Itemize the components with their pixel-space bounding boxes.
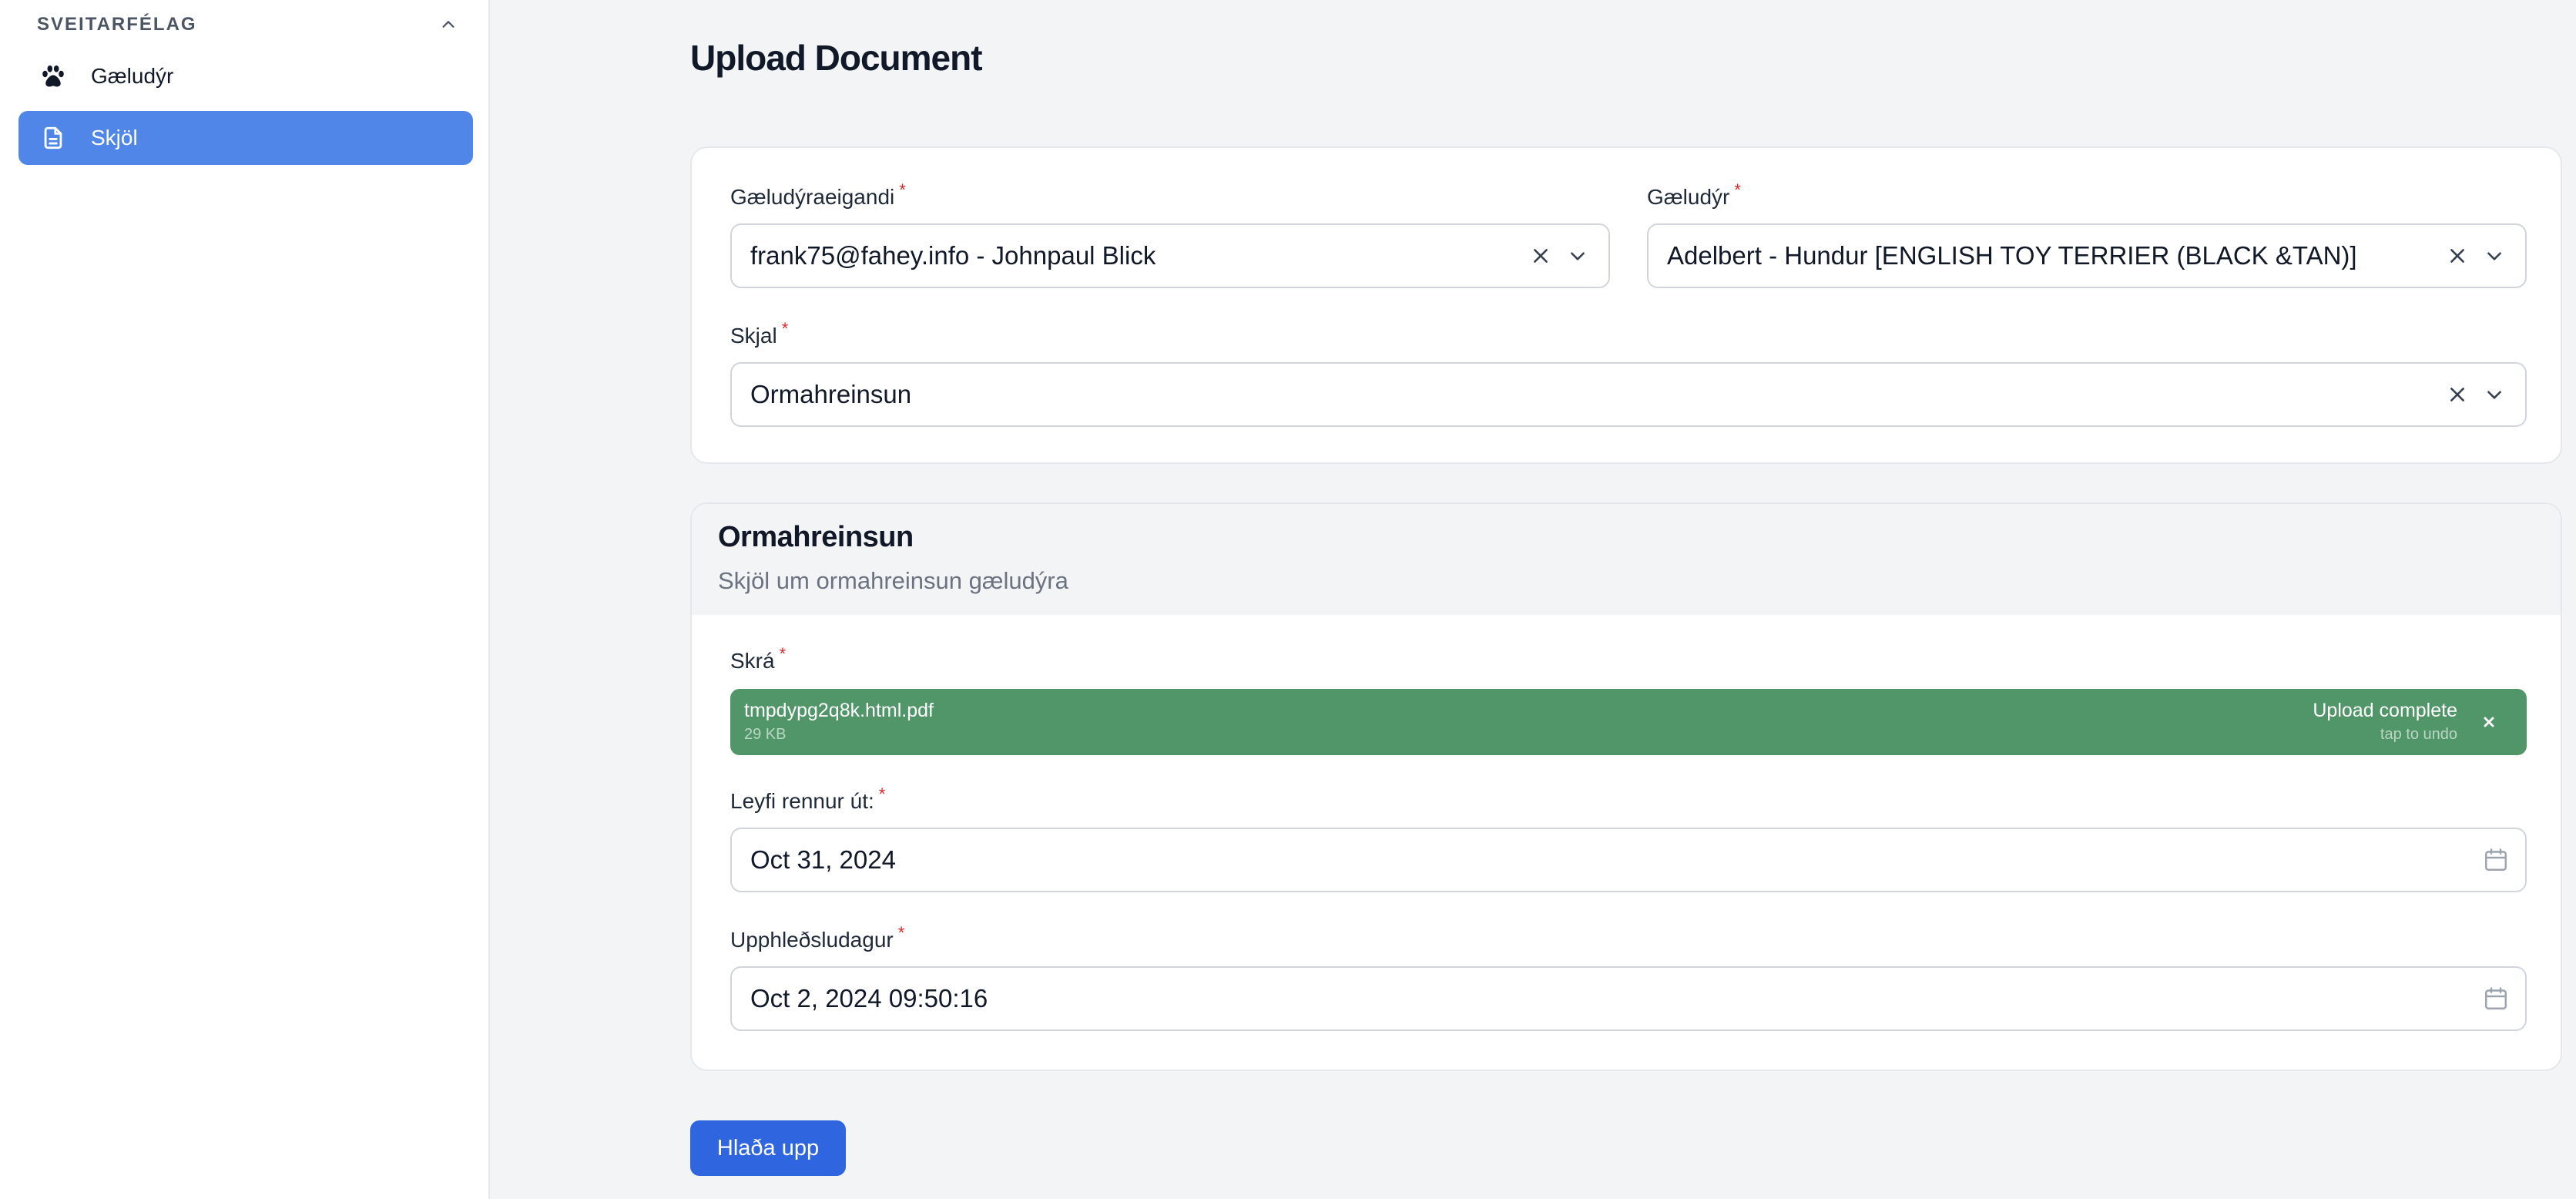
pet-select-value: Adelbert - Hundur [ENGLISH TOY TERRIER (… — [1667, 241, 2357, 270]
file-label-text: Skrá — [730, 649, 775, 673]
upload-date-input[interactable]: Oct 2, 2024 09:50:16 — [730, 966, 2527, 1031]
clear-icon[interactable] — [2442, 379, 2473, 410]
expires-label: Leyfi rennur út: * — [730, 784, 886, 814]
chevron-down-icon[interactable] — [2479, 379, 2510, 410]
document-type-label: Skjal * — [730, 319, 789, 348]
required-marker: * — [779, 644, 787, 663]
remove-file-icon[interactable] — [2473, 706, 2505, 738]
pet-select[interactable]: Adelbert - Hundur [ENGLISH TOY TERRIER (… — [1647, 223, 2527, 288]
section-header: Ormahreinsun Skjöl um ormahreinsun gælud… — [692, 504, 2561, 615]
upload-status: Upload complete — [2313, 700, 2457, 721]
document-type-select[interactable]: Ormahreinsun — [730, 362, 2527, 427]
sidebar-item-skjol[interactable]: Skjöl — [18, 111, 473, 165]
upload-submit-button[interactable]: Hlaða upp — [690, 1120, 846, 1176]
pet-label-text: Gæludýr — [1647, 185, 1730, 209]
file-label: Skrá * — [730, 644, 787, 673]
required-marker: * — [878, 784, 886, 804]
document-details-card: Ormahreinsun Skjöl um ormahreinsun gælud… — [690, 502, 2562, 1071]
owner-select-value: frank75@fahey.info - Johnpaul Blick — [750, 241, 1156, 270]
page-title: Upload Document — [690, 38, 983, 78]
upload-date-value: Oct 2, 2024 09:50:16 — [750, 984, 988, 1013]
document-select-card: Gæludýraeigandi * frank75@fahey.info - Jo… — [690, 146, 2562, 464]
upload-date-label-text: Upphleðsludagur — [730, 928, 894, 952]
calendar-icon[interactable] — [2479, 982, 2513, 1016]
owner-label-text: Gæludýraeigandi — [730, 185, 895, 209]
required-marker: * — [899, 180, 906, 200]
document-icon — [39, 123, 68, 153]
file-name: tmpdypg2q8k.html.pdf — [744, 700, 934, 721]
document-type-label-text: Skjal — [730, 324, 777, 348]
sidebar-group-header[interactable]: SVEITARFÉLAG — [37, 11, 459, 39]
calendar-icon[interactable] — [2479, 843, 2513, 877]
paw-icon — [39, 62, 68, 91]
uploaded-file-item: tmpdypg2q8k.html.pdf 29 KB Upload comple… — [730, 689, 2527, 755]
section-description: Skjöl um ormahreinsun gæludýra — [718, 567, 1068, 594]
required-marker: * — [1734, 180, 1741, 200]
owner-select[interactable]: frank75@fahey.info - Johnpaul Blick — [730, 223, 1610, 288]
sidebar: SVEITARFÉLAG Gæludýr Skjöl — [0, 0, 490, 1199]
pet-label: Gæludýr * — [1647, 180, 1741, 210]
sidebar-item-label: Skjöl — [91, 126, 138, 149]
sidebar-item-label: Gæludýr — [91, 64, 174, 88]
expires-date-input[interactable]: Oct 31, 2024 — [730, 828, 2527, 892]
chevron-down-icon[interactable] — [2479, 240, 2510, 271]
clear-icon[interactable] — [2442, 240, 2473, 271]
undo-hint[interactable]: tap to undo — [2380, 726, 2457, 744]
owner-label: Gæludýraeigandi * — [730, 180, 906, 210]
chevron-down-icon[interactable] — [1562, 240, 1593, 271]
section-title: Ormahreinsun — [718, 521, 914, 553]
expires-date-value: Oct 31, 2024 — [750, 845, 896, 874]
upload-date-label: Upphleðsludagur * — [730, 923, 905, 952]
sidebar-item-gaeludyr[interactable]: Gæludýr — [18, 49, 473, 103]
clear-icon[interactable] — [1525, 240, 1556, 271]
sidebar-group-label: SVEITARFÉLAG — [37, 14, 197, 35]
expires-label-text: Leyfi rennur út: — [730, 789, 874, 813]
required-marker: * — [897, 923, 905, 942]
required-marker: * — [781, 319, 789, 338]
document-type-select-value: Ormahreinsun — [750, 380, 912, 408]
chevron-up-icon[interactable] — [438, 14, 459, 35]
file-size: 29 KB — [744, 726, 787, 743]
